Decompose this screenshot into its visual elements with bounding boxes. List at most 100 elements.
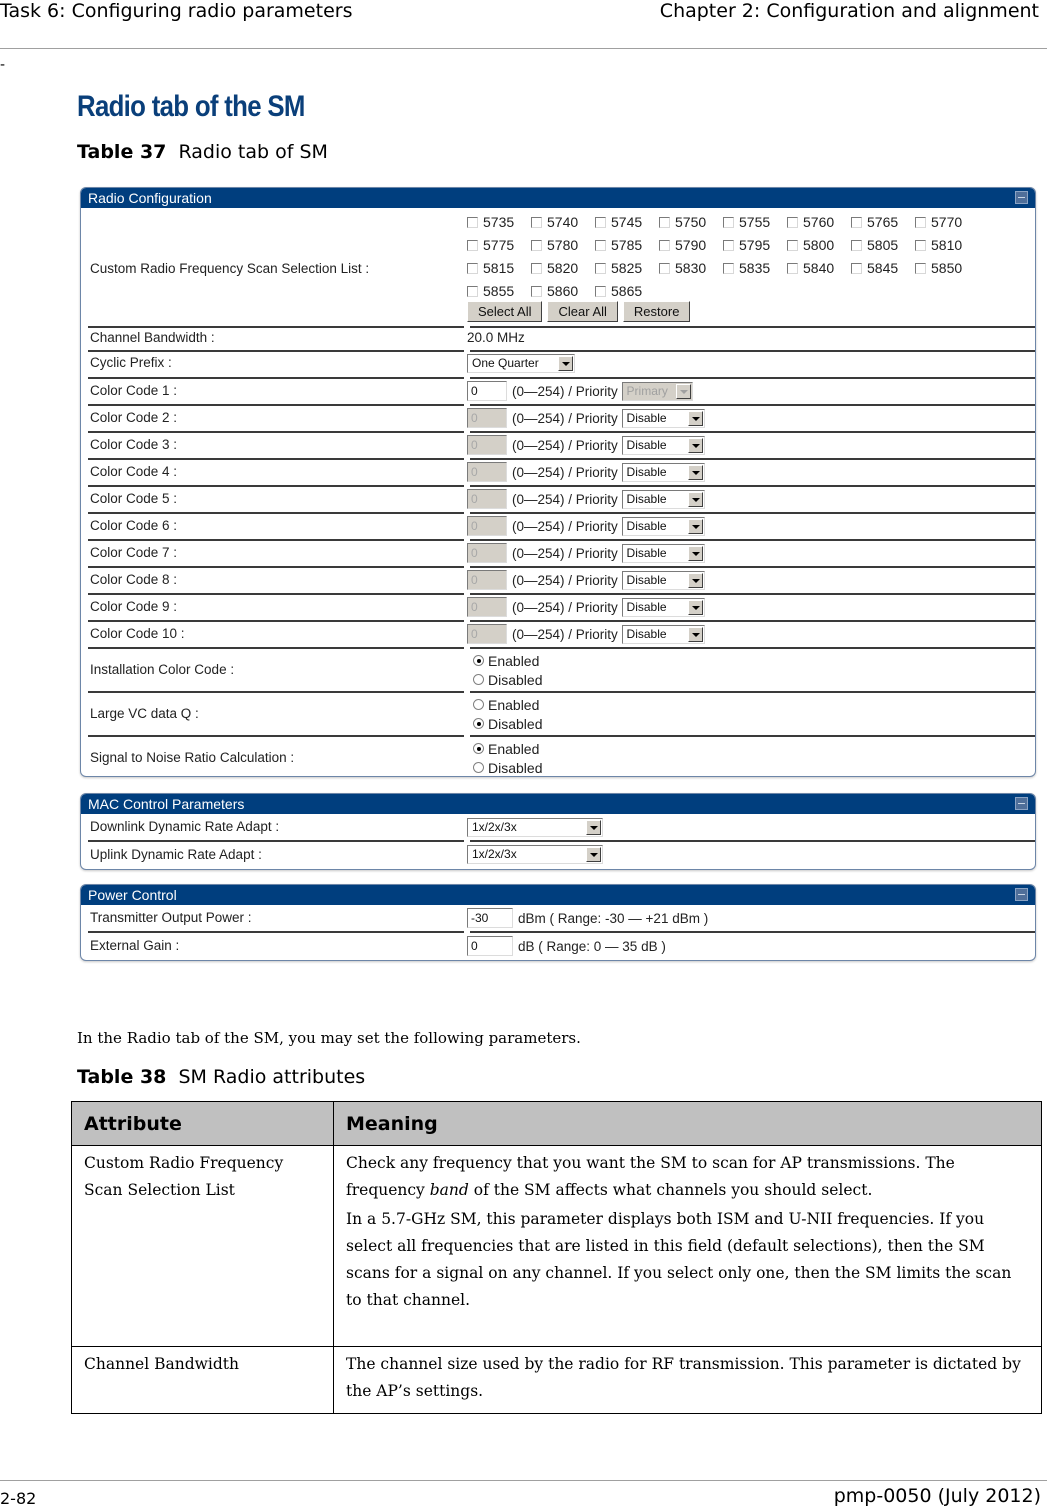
- frequency-checkbox[interactable]: 5835: [723, 259, 787, 277]
- external-gain-input[interactable]: 0: [467, 936, 513, 956]
- checkbox-icon[interactable]: [659, 262, 670, 274]
- radio-button-icon[interactable]: [473, 762, 484, 773]
- checkbox-icon[interactable]: [787, 262, 798, 274]
- frequency-checkbox[interactable]: 5805: [851, 236, 915, 254]
- color-code-input[interactable]: 0: [467, 489, 507, 509]
- frequency-checkbox[interactable]: 5845: [851, 259, 915, 277]
- frequency-checkbox[interactable]: 5810: [915, 236, 979, 254]
- radio-button-icon[interactable]: [473, 674, 484, 685]
- color-code-input[interactable]: 0: [467, 597, 507, 617]
- priority-select[interactable]: Disable: [621, 435, 705, 455]
- checkbox-icon[interactable]: [915, 262, 926, 274]
- frequency-checkbox[interactable]: 5775: [467, 236, 531, 254]
- checkbox-icon[interactable]: [659, 239, 670, 251]
- radio-option[interactable]: Enabled: [473, 739, 1027, 758]
- checkbox-icon[interactable]: [915, 216, 926, 228]
- frequency-checkbox[interactable]: 5755: [723, 213, 787, 231]
- frequency-checkbox[interactable]: 5765: [851, 213, 915, 231]
- checkbox-icon[interactable]: [467, 285, 478, 297]
- collapse-icon[interactable]: [1015, 797, 1028, 810]
- checkbox-icon[interactable]: [659, 216, 670, 228]
- color-code-input[interactable]: 0: [467, 624, 507, 644]
- radio-option[interactable]: Disabled: [473, 670, 1027, 689]
- color-code-input[interactable]: 0: [467, 543, 507, 563]
- color-code-row: Color Code 10 : 0 (0—254) / Priority Disab…: [81, 622, 1035, 647]
- collapse-icon[interactable]: [1015, 191, 1028, 204]
- priority-select[interactable]: Disable: [621, 516, 705, 536]
- checkbox-icon[interactable]: [787, 216, 798, 228]
- priority-select[interactable]: Disable: [621, 624, 705, 644]
- downlink-rate-select[interactable]: 1x/2x/3x: [467, 818, 603, 837]
- radio-button-icon[interactable]: [473, 743, 484, 754]
- priority-select[interactable]: Disable: [621, 489, 705, 509]
- checkbox-icon[interactable]: [467, 216, 478, 228]
- priority-select[interactable]: Disable: [621, 570, 705, 590]
- checkbox-icon[interactable]: [531, 262, 542, 274]
- checkbox-icon[interactable]: [851, 216, 862, 228]
- frequency-checkbox[interactable]: 5830: [659, 259, 723, 277]
- color-code-input[interactable]: 0: [467, 381, 507, 401]
- priority-select[interactable]: Disable: [621, 597, 705, 617]
- radio-option[interactable]: Disabled: [473, 714, 1027, 733]
- tx-power-input[interactable]: -30: [467, 908, 513, 928]
- checkbox-icon[interactable]: [723, 262, 734, 274]
- frequency-checkbox[interactable]: 5855: [467, 282, 531, 300]
- frequency-checkbox[interactable]: 5790: [659, 236, 723, 254]
- frequency-checkbox[interactable]: 5815: [467, 259, 531, 277]
- color-code-input[interactable]: 0: [467, 516, 507, 536]
- frequency-checkbox[interactable]: 5795: [723, 236, 787, 254]
- frequency-checkbox[interactable]: 5780: [531, 236, 595, 254]
- frequency-checkbox[interactable]: 5735: [467, 213, 531, 231]
- radio-option[interactable]: Enabled: [473, 695, 1027, 714]
- frequency-checkbox[interactable]: 5865: [595, 282, 659, 300]
- color-code-input[interactable]: 0: [467, 408, 507, 428]
- frequency-checkbox[interactable]: 5750: [659, 213, 723, 231]
- radio-button-icon[interactable]: [473, 718, 484, 729]
- frequency-checkbox[interactable]: 5770: [915, 213, 979, 231]
- checkbox-icon[interactable]: [851, 239, 862, 251]
- color-code-input[interactable]: 0: [467, 570, 507, 590]
- checkbox-icon[interactable]: [787, 239, 798, 251]
- checkbox-icon[interactable]: [467, 239, 478, 251]
- restore-button[interactable]: Restore: [622, 301, 691, 322]
- priority-select[interactable]: Disable: [621, 543, 705, 563]
- checkbox-icon[interactable]: [723, 216, 734, 228]
- frequency-checkbox[interactable]: 5740: [531, 213, 595, 231]
- frequency-checkbox[interactable]: 5850: [915, 259, 979, 277]
- color-code-input[interactable]: 0: [467, 435, 507, 455]
- checkbox-icon[interactable]: [595, 262, 606, 274]
- checkbox-icon[interactable]: [595, 239, 606, 251]
- checkbox-icon[interactable]: [531, 216, 542, 228]
- frequency-checkbox[interactable]: 5820: [531, 259, 595, 277]
- color-code-input[interactable]: 0: [467, 462, 507, 482]
- select-all-button[interactable]: Select All: [467, 301, 543, 322]
- collapse-icon[interactable]: [1015, 888, 1028, 901]
- checkbox-icon[interactable]: [531, 239, 542, 251]
- frequency-checkbox[interactable]: 5800: [787, 236, 851, 254]
- cyclic-prefix-select[interactable]: One Quarter: [467, 354, 575, 373]
- frequency-checkbox[interactable]: 5825: [595, 259, 659, 277]
- checkbox-icon[interactable]: [467, 262, 478, 274]
- priority-select[interactable]: Primary: [621, 381, 693, 401]
- checkbox-icon[interactable]: [531, 285, 542, 297]
- checkbox-icon[interactable]: [851, 262, 862, 274]
- frequency-checkbox[interactable]: 5840: [787, 259, 851, 277]
- priority-select[interactable]: Disable: [621, 462, 705, 482]
- checkbox-icon[interactable]: [723, 239, 734, 251]
- frequency-checkbox[interactable]: 5785: [595, 236, 659, 254]
- radio-option[interactable]: Disabled: [473, 758, 1027, 776]
- checkbox-icon[interactable]: [595, 216, 606, 228]
- frequency-checkbox[interactable]: 5860: [531, 282, 595, 300]
- frequency-checkbox[interactable]: 5745: [595, 213, 659, 231]
- color-code-row: Color Code 1 : 0 (0—254) / Priority Primar…: [81, 379, 1035, 404]
- priority-select[interactable]: Disable: [621, 408, 705, 428]
- checkbox-icon[interactable]: [595, 285, 606, 297]
- frequency-label: 5815: [483, 260, 515, 276]
- frequency-checkbox[interactable]: 5760: [787, 213, 851, 231]
- radio-button-icon[interactable]: [473, 699, 484, 710]
- clear-all-button[interactable]: Clear All: [547, 301, 618, 322]
- checkbox-icon[interactable]: [915, 239, 926, 251]
- radio-button-icon[interactable]: [473, 655, 484, 666]
- uplink-rate-select[interactable]: 1x/2x/3x: [467, 845, 603, 864]
- radio-option[interactable]: Enabled: [473, 651, 1027, 670]
